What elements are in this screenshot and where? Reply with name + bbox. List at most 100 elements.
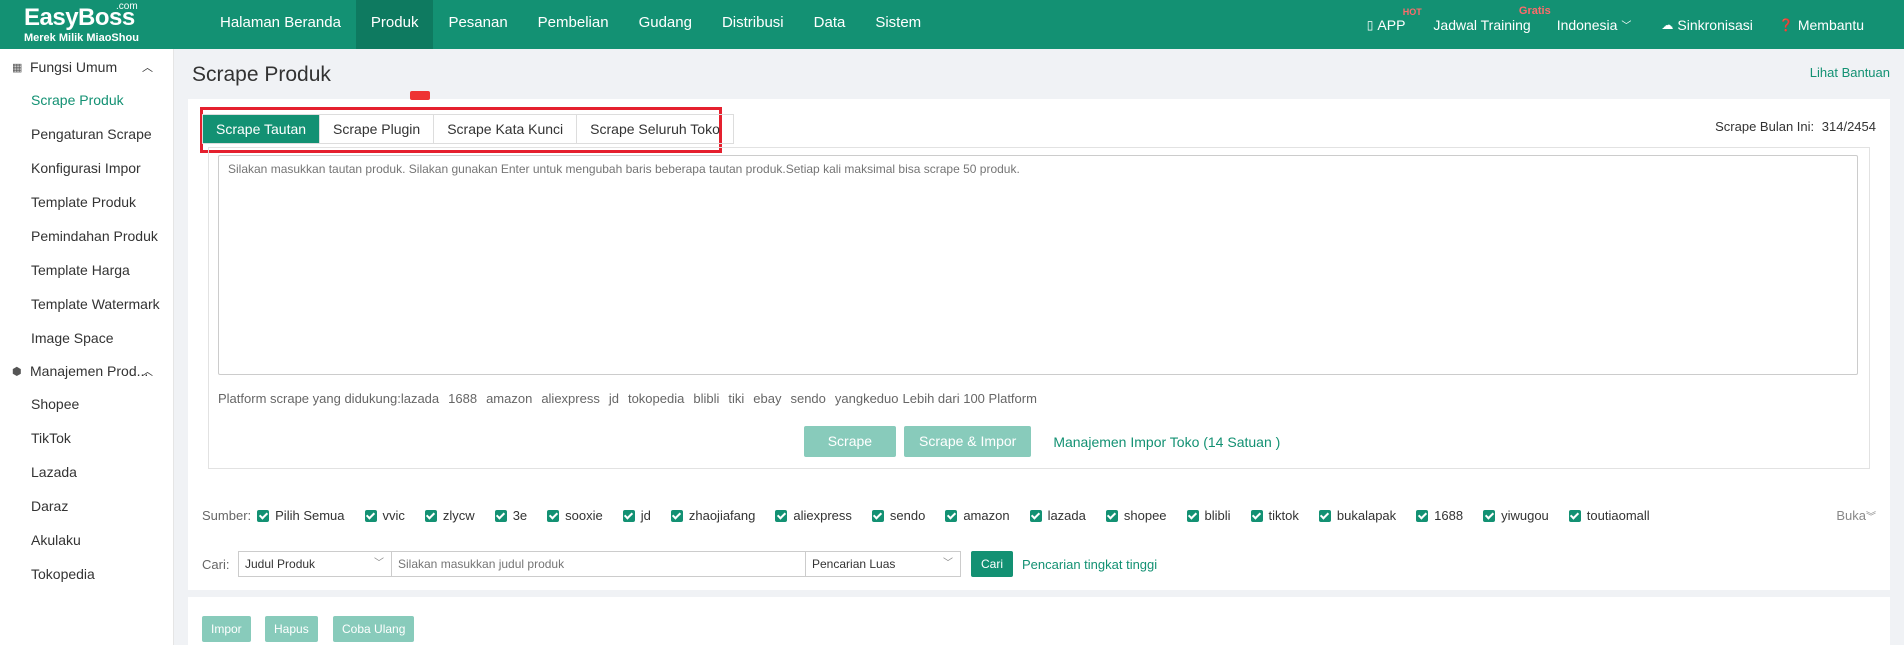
source-checkbox[interactable]: toutiaomall [1568, 508, 1650, 523]
advanced-search-link[interactable]: Pencarian tingkat tinggi [1022, 557, 1157, 572]
source-checkbox[interactable]: zhaojiafang [670, 508, 755, 523]
logo[interactable]: EasyBoss .com Merek Milik MiaoShou [0, 0, 180, 49]
product-links-input[interactable] [218, 155, 1858, 375]
tab-scrape-plugin[interactable]: Scrape Plugin [320, 115, 435, 143]
checkbox[interactable] [1250, 509, 1263, 522]
source-checkbox[interactable]: 1688 [1416, 508, 1463, 523]
nav-gudang[interactable]: Gudang [624, 0, 707, 49]
nav-pesanan[interactable]: Pesanan [433, 0, 522, 49]
source-checkbox[interactable]: sooxie [547, 508, 603, 523]
sync-link[interactable]: ☁ Sinkronisasi [1661, 17, 1752, 33]
source-checkbox[interactable]: zlycw [424, 508, 475, 523]
tab-scrape-kata-kunci[interactable]: Scrape Kata Kunci [434, 115, 578, 143]
source-checkbox[interactable]: sendo [871, 508, 925, 523]
sidebar-item-shopee[interactable]: Shopee [0, 387, 173, 421]
sidebar-item-konfigurasi-impor[interactable]: Konfigurasi Impor [0, 151, 173, 185]
sidebar-item-tokopedia[interactable]: Tokopedia [0, 557, 173, 591]
source-checkbox[interactable]: yiwugou [1483, 508, 1549, 523]
nav-produk[interactable]: Produk [355, 0, 434, 49]
chevron-up-icon: ︿ [142, 366, 153, 378]
training-link[interactable]: Jadwal Training Gratis [1433, 5, 1550, 33]
checkbox[interactable] [1568, 509, 1581, 522]
retry-button[interactable]: Coba Ulang [333, 616, 415, 642]
checkbox[interactable] [775, 509, 788, 522]
source-checkbox[interactable]: tiktok [1250, 508, 1299, 523]
sidebar-item-template-produk[interactable]: Template Produk [0, 185, 173, 219]
checkbox[interactable] [945, 509, 958, 522]
gratis-badge: Gratis [1518, 4, 1551, 17]
source-checkbox[interactable]: lazada [1029, 508, 1086, 523]
sync-label: Sinkronisasi [1677, 16, 1753, 33]
source-checkbox[interactable]: aliexpress [775, 508, 852, 523]
source-checkbox[interactable]: jd [622, 508, 651, 523]
sidebar-item-image-space[interactable]: Image Space [0, 321, 173, 355]
checkbox[interactable] [622, 509, 635, 522]
quota-label: Scrape Bulan Ini: [1715, 119, 1815, 134]
checkbox[interactable] [1029, 509, 1042, 522]
store-import-link[interactable]: Manajemen Impor Toko (14 Satuan ) [1053, 434, 1280, 450]
import-button[interactable]: Impor [202, 616, 251, 642]
sidebar-item-akulaku[interactable]: Akulaku [0, 523, 173, 557]
checkbox-label: 1688 [1434, 508, 1464, 523]
sidebar-item-pemindahan-produk[interactable]: Pemindahan Produk [0, 219, 173, 253]
scrape-import-button[interactable]: Scrape & Impor [904, 426, 1032, 457]
platform-item: yangkeduo [834, 391, 899, 406]
app-link[interactable]: ▯ APP HOT [1367, 7, 1422, 33]
source-checkbox[interactable]: bukalapak [1318, 508, 1396, 523]
search-button[interactable]: Cari [971, 551, 1014, 577]
source-checkbox[interactable]: vvic [364, 508, 405, 523]
checkbox[interactable] [1318, 509, 1331, 522]
sidebar-item-lazada[interactable]: Lazada [0, 455, 173, 489]
source-filter: Sumber: Pilih Semua vvic zlycw 3e sooxie… [202, 508, 1670, 523]
checkbox[interactable] [1186, 509, 1199, 522]
group-label: Fungsi Umum [30, 59, 118, 75]
checkbox-label: zlycw [442, 508, 475, 523]
scrape-button[interactable]: Scrape [803, 426, 897, 457]
search-field-select[interactable]: Judul Produk ﹀ [238, 551, 392, 577]
nav-pembelian[interactable]: Pembelian [523, 0, 624, 49]
source-checkbox[interactable]: blibli [1186, 508, 1231, 523]
checkbox[interactable] [257, 509, 270, 522]
source-checkbox-all[interactable]: Pilih Semua [257, 508, 345, 523]
checkbox[interactable] [871, 509, 884, 522]
search-input[interactable] [392, 551, 806, 577]
supported-platforms: Platform scrape yang didukung:lazada 1688… [218, 391, 1046, 406]
checkbox[interactable] [494, 509, 507, 522]
sidebar-group-fungsi-umum[interactable]: ▦ Fungsi Umum ︿ [0, 51, 173, 83]
checkbox[interactable] [1105, 509, 1118, 522]
sidebar-group-manajemen-produk[interactable]: ⬢ Manajemen Prod... ︿ [0, 355, 173, 387]
checkbox[interactable] [670, 509, 683, 522]
tab-scrape-seluruh-toko[interactable]: Scrape Seluruh Toko [577, 115, 733, 143]
sidebar-item-template-harga[interactable]: Template Harga [0, 253, 173, 287]
nav-home[interactable]: Halaman Beranda [205, 0, 356, 49]
language-select[interactable]: Indonesia ﹀ [1557, 17, 1632, 33]
checkbox[interactable] [424, 509, 437, 522]
nav-distribusi[interactable]: Distribusi [707, 0, 799, 49]
tab-scrape-tautan[interactable]: Scrape Tautan [203, 115, 321, 143]
checkbox-label: tiktok [1268, 508, 1299, 523]
nav-sistem[interactable]: Sistem [860, 0, 936, 49]
sidebar-item-template-watermark[interactable]: Template Watermark [0, 287, 173, 321]
checkbox[interactable] [547, 509, 560, 522]
source-checkbox[interactable]: amazon [945, 508, 1010, 523]
source-checkbox[interactable]: 3e [494, 508, 527, 523]
sidebar-item-pengaturan-scrape[interactable]: Pengaturan Scrape [0, 117, 173, 151]
source-checkbox[interactable]: shopee [1105, 508, 1167, 523]
help-link-bantuan[interactable]: Lihat Bantuan [1810, 65, 1890, 80]
search-mode-select[interactable]: Pencarian Luas ﹀ [806, 551, 961, 577]
help-link[interactable]: ❓ Membantu [1779, 17, 1864, 33]
sidebar-item-tiktok[interactable]: TikTok [0, 421, 173, 455]
checkbox[interactable] [1416, 509, 1429, 522]
checkbox[interactable] [1483, 509, 1496, 522]
sidebar-item-scrape-produk[interactable]: Scrape Produk [0, 83, 173, 117]
sidebar-item-daraz[interactable]: Daraz [0, 489, 173, 523]
platform-item: ebay [753, 391, 782, 406]
checkbox-label: blibli [1204, 508, 1231, 523]
search-label: Cari: [202, 556, 230, 572]
delete-button[interactable]: Hapus [265, 616, 318, 642]
checkbox[interactable] [364, 509, 377, 522]
expand-toggle[interactable]: Buka︾ [1836, 508, 1876, 523]
platform-item: lazada [400, 391, 440, 406]
platform-item: jd [608, 391, 619, 406]
nav-data[interactable]: Data [799, 0, 861, 49]
